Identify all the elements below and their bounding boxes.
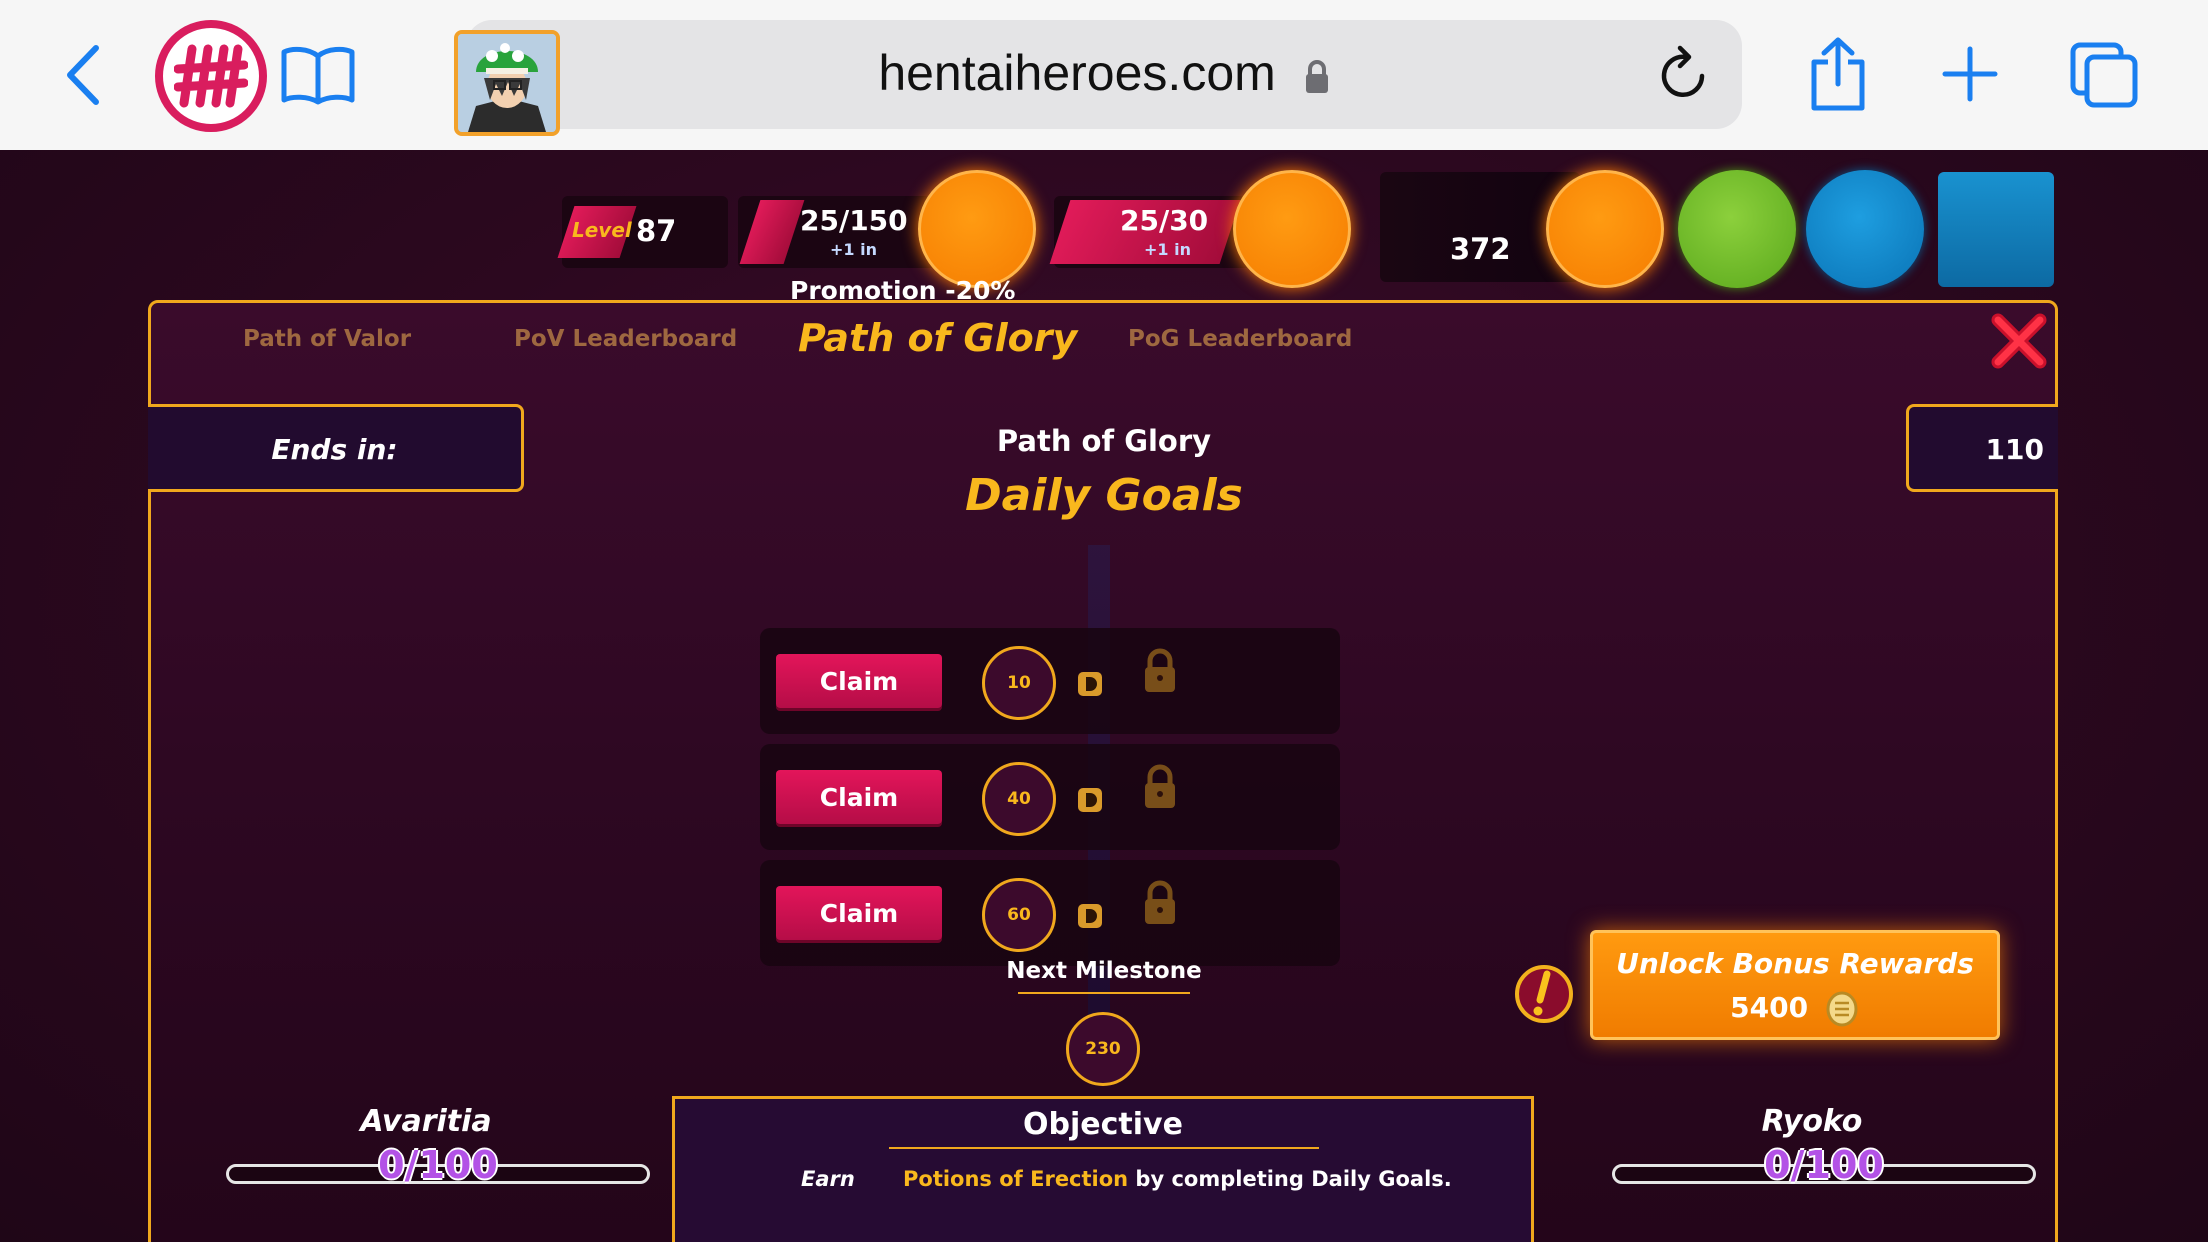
level-value: 87 <box>636 214 677 248</box>
fight-energy-orb[interactable] <box>1233 170 1351 288</box>
unlock-price-row: 5400 <box>1593 991 1997 1027</box>
close-button[interactable] <box>1990 312 2048 370</box>
share-icon <box>1811 37 1865 111</box>
url-display[interactable]: hentaiheroes.com <box>466 44 1742 102</box>
girl-progress-value: 0/100 <box>1764 1143 1884 1187</box>
tab-path-of-glory[interactable]: Path of Glory <box>798 316 1077 360</box>
claim-button[interactable]: Claim <box>776 886 942 940</box>
unlock-bonus-label: Unlock Bonus Rewards <box>1616 947 1974 980</box>
new-tab-button[interactable] <box>1940 44 2000 104</box>
milestone-row: Claim 10 <box>760 628 1340 734</box>
girl-name-left: Avaritia <box>360 1104 492 1139</box>
chevron-left-icon <box>67 45 99 105</box>
bookmarks-button[interactable] <box>278 40 358 110</box>
plus-icon <box>1942 46 1998 102</box>
currency-orb[interactable] <box>1546 170 1664 288</box>
quest-energy-panel[interactable]: 25/150 +1 in <box>738 196 938 268</box>
alert-icon[interactable] <box>1514 964 1574 1024</box>
quest-energy-value: 25/150 <box>800 204 908 237</box>
objective-title: Objective <box>1023 1107 1183 1142</box>
objective-underline <box>889 1147 1319 1149</box>
lock-icon <box>1145 764 1175 808</box>
tab-path-of-valor[interactable]: Path of Valor <box>243 326 411 352</box>
unlock-price: 5400 <box>1730 991 1809 1024</box>
level-label: Level <box>572 218 632 242</box>
blue-square-button[interactable] <box>1938 172 2054 287</box>
close-icon <box>1991 313 2047 369</box>
milestone-row: Claim 60 <box>760 860 1340 966</box>
potion-icon <box>1078 672 1102 696</box>
reload-button[interactable] <box>1656 42 1712 106</box>
fight-energy-refill: +1 in <box>1144 240 1191 259</box>
tab-pog-leaderboard[interactable]: PoG Leaderboard <box>1128 326 1352 352</box>
blue-orb[interactable] <box>1806 170 1924 288</box>
game-logo[interactable] <box>155 20 267 132</box>
browser-toolbar: AAAA hentaiheroes.com <box>0 0 2208 150</box>
objective-box: Objective Earn Potions of Erection by co… <box>672 1096 1534 1242</box>
event-title: Daily Goals <box>965 470 1243 521</box>
tabs-icon <box>2070 42 2138 108</box>
girl-progress-right: 0/100 <box>1612 1143 2036 1187</box>
potion-icon <box>1078 788 1102 812</box>
currency-value: 372 <box>1450 232 1511 266</box>
lock-icon <box>1145 880 1175 924</box>
lock-icon <box>1305 59 1328 93</box>
milestone-badge: 40 <box>982 762 1056 836</box>
avatar-portrait-icon <box>458 34 556 132</box>
fight-energy-value: 25/30 <box>1120 204 1209 237</box>
quest-energy-orb[interactable] <box>918 170 1036 288</box>
objective-earn-label: Earn <box>801 1167 855 1191</box>
next-milestone-badge: 230 <box>1066 1012 1140 1086</box>
green-orb[interactable] <box>1678 170 1796 288</box>
milestone-badge: 60 <box>982 878 1056 952</box>
objective-rest: by completing Daily Goals. <box>1128 1167 1452 1191</box>
quest-energy-refill: +1 in <box>830 240 877 259</box>
event-subtitle: Path of Glory <box>996 424 1212 458</box>
address-bar[interactable]: AAAA hentaiheroes.com <box>466 20 1742 129</box>
claim-button[interactable]: Claim <box>776 654 942 708</box>
back-button[interactable] <box>52 40 112 110</box>
girl-progress-value: 0/100 <box>378 1143 498 1187</box>
tab-pov-leaderboard[interactable]: PoV Leaderboard <box>514 326 737 352</box>
hh-logo-icon <box>174 44 248 108</box>
girl-progress-left: 0/100 <box>226 1143 650 1187</box>
share-button[interactable] <box>1806 36 1870 112</box>
milestone-row: Claim 40 <box>760 744 1340 850</box>
next-milestone-underline <box>1018 992 1190 994</box>
claim-button[interactable]: Claim <box>776 770 942 824</box>
fight-energy-panel[interactable]: 25/30 +1 in <box>1049 196 1254 268</box>
milestone-badge: 10 <box>982 646 1056 720</box>
book-icon <box>281 46 355 105</box>
reload-icon <box>1661 45 1705 97</box>
lock-icon <box>1145 648 1175 692</box>
level-panel: Level 87 <box>557 196 728 268</box>
girl-name-right: Ryoko <box>1761 1104 1863 1139</box>
objective-description: Potions of Erection by completing Daily … <box>903 1167 1452 1191</box>
player-avatar[interactable] <box>454 30 560 136</box>
objective-highlight: Potions of Erection <box>903 1167 1129 1191</box>
url-label: hentaiheroes.com <box>878 45 1276 101</box>
unlock-bonus-rewards-button[interactable]: Unlock Bonus Rewards 5400 <box>1590 930 2000 1040</box>
kobans-icon <box>1826 991 1858 1027</box>
tabs-button[interactable] <box>2068 40 2140 110</box>
potion-icon <box>1078 904 1102 928</box>
